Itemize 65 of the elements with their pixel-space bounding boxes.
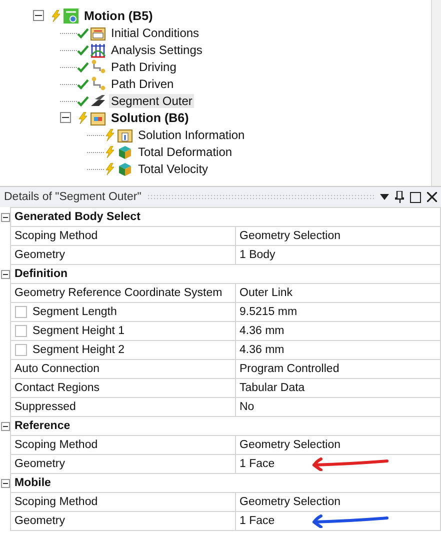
info-folder-icon: [117, 126, 133, 142]
section-header[interactable]: Mobile: [10, 474, 440, 492]
property-value[interactable]: 4.36 mm: [235, 322, 440, 340]
panel-title: Details of "Segment Outer": [4, 191, 142, 203]
property-label: Geometry Reference Coordinate System: [10, 284, 235, 302]
collapse-toggle[interactable]: [1, 478, 10, 488]
tree-item[interactable]: Path Driven: [109, 76, 176, 90]
scrollbar[interactable]: [431, 0, 441, 186]
cube-icon: [117, 144, 133, 160]
path-icon: [90, 76, 106, 92]
maximize-icon[interactable]: [410, 192, 421, 202]
property-value[interactable]: Geometry Selection: [235, 436, 440, 454]
property-label: Geometry: [10, 246, 235, 264]
property-value[interactable]: Geometry Selection: [235, 226, 440, 246]
property-label: Contact Regions: [10, 378, 235, 398]
property-value[interactable]: Outer Link: [235, 284, 440, 302]
tree-item[interactable]: Analysis Settings: [109, 42, 204, 56]
folder-icon: [90, 24, 106, 40]
property-label: Geometry: [10, 454, 235, 474]
property-value[interactable]: Tabular Data: [235, 378, 440, 398]
property-value[interactable]: 1 Face: [240, 458, 275, 470]
tree-item[interactable]: Path Driving: [109, 60, 178, 74]
property-label: Segment Length: [32, 306, 117, 318]
property-label: Auto Connection: [10, 360, 235, 378]
property-value[interactable]: 1 Face: [240, 515, 275, 527]
folder-icon: [90, 110, 106, 126]
parameter-checkbox[interactable]: [14, 306, 26, 318]
collapse-toggle[interactable]: [33, 10, 44, 21]
tree-item[interactable]: Motion (B5): [82, 8, 155, 22]
pin-icon[interactable]: [395, 191, 404, 203]
section-header[interactable]: Definition: [10, 264, 440, 284]
property-label: Scoping Method: [10, 492, 235, 512]
tree-item[interactable]: Initial Conditions: [109, 26, 202, 40]
property-value[interactable]: Geometry Selection: [235, 492, 440, 512]
collapse-toggle[interactable]: [1, 212, 10, 222]
section-header[interactable]: Generated Body Select: [10, 208, 440, 226]
beam-icon: [90, 92, 106, 108]
property-label: Segment Height 1: [32, 325, 125, 337]
cube-icon: [117, 160, 133, 176]
property-label: Suppressed: [10, 398, 235, 416]
close-icon[interactable]: [427, 192, 437, 202]
section-header[interactable]: Reference: [10, 416, 440, 436]
property-label: Scoping Method: [10, 436, 235, 454]
collapse-toggle[interactable]: [60, 112, 71, 123]
property-value[interactable]: 1 Body: [235, 246, 440, 264]
collapse-toggle[interactable]: [1, 422, 10, 430]
collapse-toggle[interactable]: [1, 270, 10, 278]
property-value[interactable]: Program Controlled: [235, 360, 440, 378]
property-label: Segment Height 2: [32, 344, 125, 356]
property-label: Scoping Method: [10, 226, 235, 246]
tree-item[interactable]: Solution (B6): [109, 110, 191, 124]
tree-item[interactable]: Segment Outer: [109, 94, 194, 108]
property-value[interactable]: No: [235, 398, 440, 416]
path-icon: [90, 58, 106, 74]
environment-icon: [63, 8, 79, 24]
grid-icon: [90, 42, 106, 58]
dropdown-icon[interactable]: [380, 194, 389, 200]
tree-item[interactable]: Total Deformation: [136, 144, 234, 158]
tree-item[interactable]: Solution Information: [136, 128, 247, 142]
parameter-checkbox[interactable]: [14, 344, 26, 356]
parameter-checkbox[interactable]: [14, 325, 26, 337]
property-value[interactable]: 4.36 mm: [235, 340, 440, 360]
tree-item[interactable]: Total Velocity: [136, 162, 210, 176]
property-label: Geometry: [10, 512, 235, 530]
property-value[interactable]: 9.5215 mm: [235, 302, 440, 322]
